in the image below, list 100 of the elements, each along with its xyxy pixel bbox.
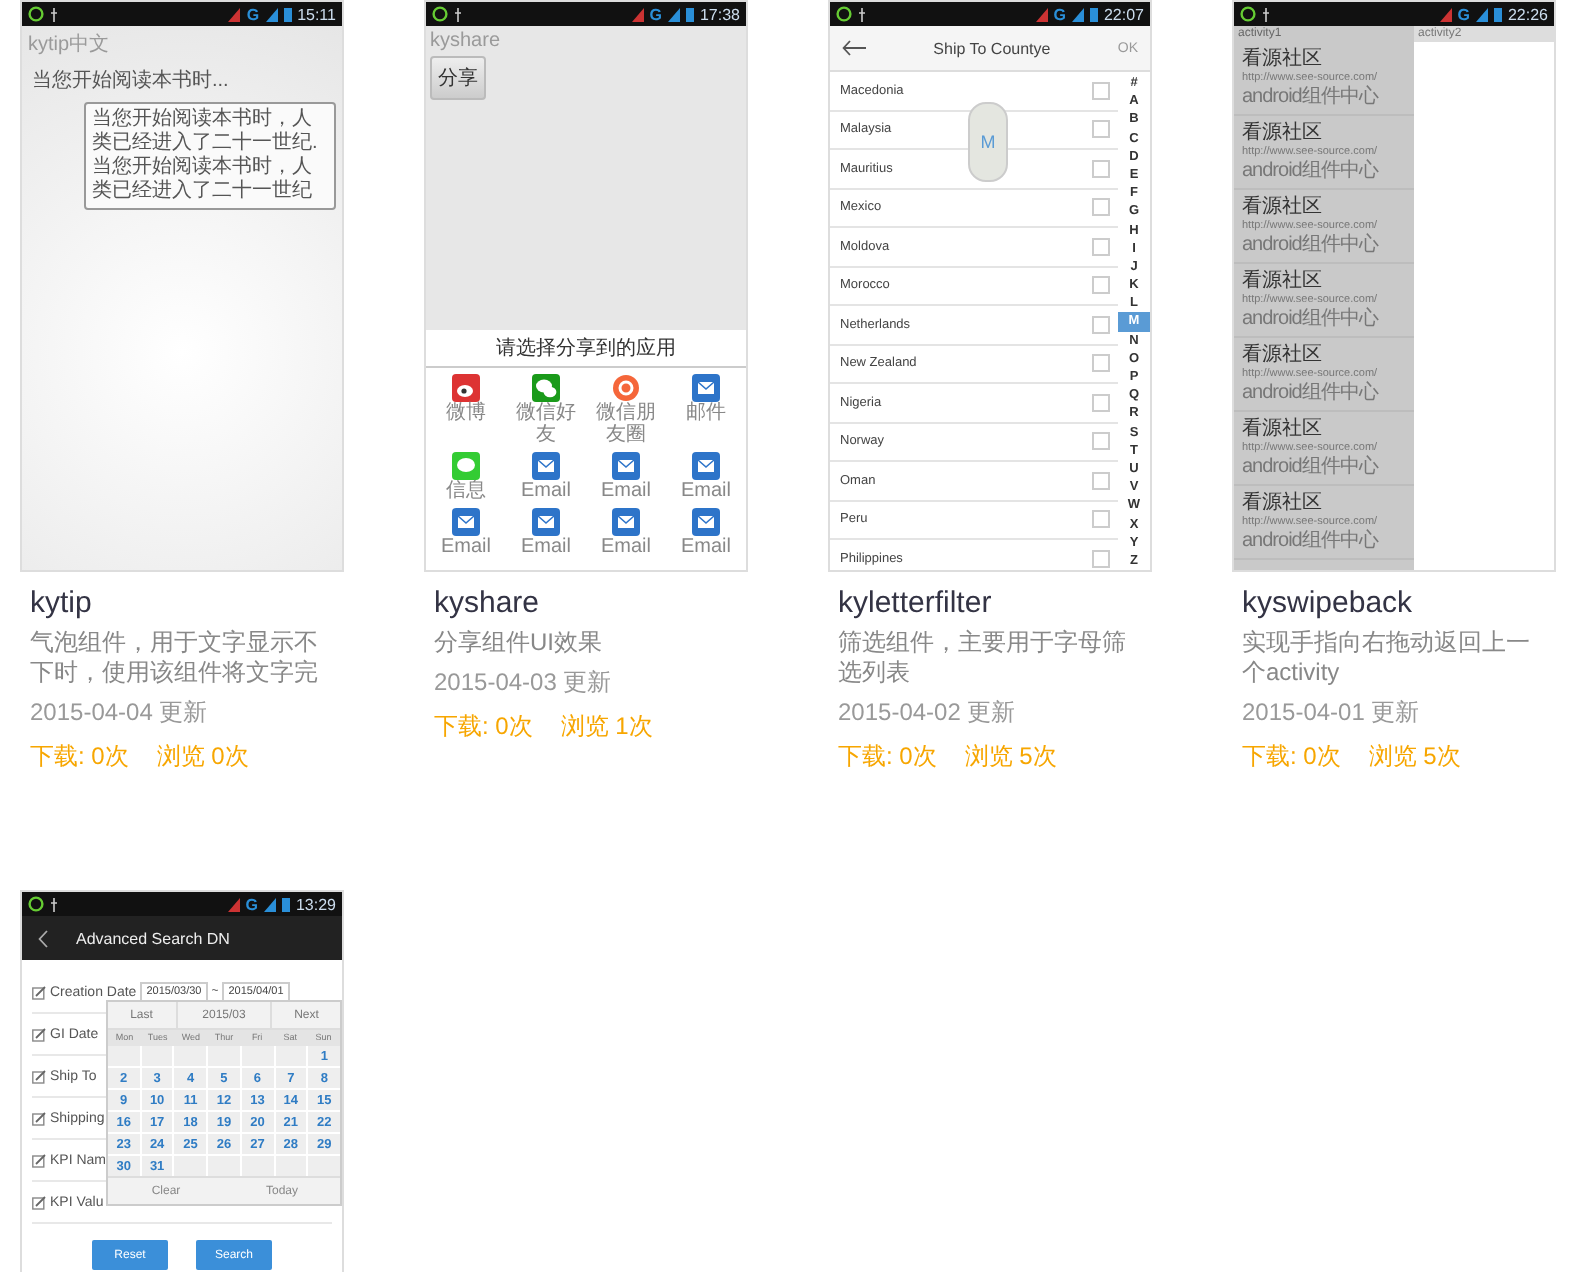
signal-icon xyxy=(631,7,644,21)
app-label[interactable]: Email xyxy=(670,480,742,502)
app-label[interactable]: 微博 xyxy=(430,402,502,424)
checkbox[interactable] xyxy=(1092,354,1110,373)
item-note: android组件中心 xyxy=(1242,160,1381,182)
checkbox[interactable] xyxy=(1092,471,1110,490)
status-time: 22:26 xyxy=(1507,5,1548,23)
network-label: G xyxy=(1053,5,1066,23)
back-arrow-icon[interactable] xyxy=(842,40,866,56)
item-note: android组件中心 xyxy=(1242,456,1381,478)
network-label: G xyxy=(245,895,258,913)
update-date: 2015-04-03 更新 xyxy=(434,666,614,700)
mail-icon xyxy=(452,508,480,536)
item-note: android组件中心 xyxy=(1242,234,1381,256)
item-note: android组件中心 xyxy=(1242,308,1381,330)
app-label[interactable]: Email xyxy=(510,536,582,558)
update-date: 2015-04-02 更新 xyxy=(838,696,1018,730)
app-screenshot[interactable] xyxy=(1232,0,1556,572)
component-description: 气泡组件，用于文字显示不下时，使用该组件将文字完 xyxy=(30,628,320,688)
edit-icon xyxy=(32,985,46,999)
checkbox[interactable] xyxy=(1092,159,1110,178)
mail-icon xyxy=(692,508,720,536)
mail-icon xyxy=(612,508,640,536)
back-icon[interactable] xyxy=(38,929,48,947)
download-count: 下载: 0次 xyxy=(434,710,533,744)
tooltip-bubble: 当您开始阅读本书时，人类已经进入了二十一世纪.当您开始阅读本书时，人类已经进入了二十一世纪 xyxy=(84,102,336,210)
component-title[interactable]: kytip xyxy=(30,586,344,620)
checkbox[interactable] xyxy=(1092,198,1110,217)
app-screenshot[interactable]: G 15:11 kytip中文 当您开始阅读本书时... 当您开始阅读本书时，人类已经进入了二十一世纪.当您开始阅读本书时，人类已经进入了二十一世纪 xyxy=(20,0,344,572)
view-count: 浏览 5次 xyxy=(964,740,1057,774)
edit-icon xyxy=(32,1111,46,1125)
app-label[interactable]: Email xyxy=(670,536,742,558)
item-title: 看源社区 xyxy=(1242,344,1324,366)
checkbox[interactable] xyxy=(1092,120,1110,139)
checkbox[interactable] xyxy=(1092,432,1110,451)
item-title: 看源社区 xyxy=(1242,122,1324,144)
app-label[interactable]: 微信好友 xyxy=(510,402,582,446)
truncated-label: 当您开始阅读本书时... xyxy=(32,67,231,94)
checkbox[interactable] xyxy=(1092,237,1110,256)
mail-icon xyxy=(692,374,720,402)
mail-icon xyxy=(692,452,720,480)
app-title: kytip中文 xyxy=(28,31,112,58)
item-title: 看源社区 xyxy=(1242,270,1324,292)
app-label[interactable]: 信息 xyxy=(430,480,502,502)
status-time: 22:07 xyxy=(1103,5,1144,23)
edit-icon xyxy=(32,1069,46,1083)
share-button[interactable]: 分享 xyxy=(430,56,486,100)
app-label[interactable]: Email xyxy=(590,536,662,558)
component-title[interactable]: kyshare xyxy=(434,586,748,620)
network-label: G xyxy=(1457,5,1470,23)
status-time: 17:38 xyxy=(699,5,740,23)
update-date: 2015-04-04 更新 xyxy=(30,696,210,730)
component-description: 实现手指向右拖动返回上一个activity xyxy=(1242,628,1532,688)
component-title[interactable]: kyswipeback xyxy=(1242,586,1556,620)
sheet-title: 请选择分享到的应用 xyxy=(426,330,746,368)
chat-bubbles-icon xyxy=(532,374,560,402)
letter-popup: M xyxy=(968,102,1008,182)
app-screenshot[interactable] xyxy=(20,890,344,1272)
app-label[interactable]: 微信朋友圈 xyxy=(590,402,662,446)
view-count: 浏览 0次 xyxy=(156,740,249,774)
app-label[interactable]: Email xyxy=(430,536,502,558)
mail-icon xyxy=(532,508,560,536)
network-label: G xyxy=(649,5,662,23)
view-count: 浏览 5次 xyxy=(1368,740,1461,774)
item-title: 看源社区 xyxy=(1242,48,1324,70)
status-app-icon xyxy=(432,6,448,22)
component-title[interactable]: kyletterfilter xyxy=(838,586,1152,620)
signal-icon xyxy=(265,7,278,21)
aperture-icon xyxy=(612,374,640,402)
screen-title: Ship To Countye xyxy=(931,39,1053,57)
status-app-icon xyxy=(1240,6,1256,22)
battery-icon xyxy=(283,6,292,22)
edit-icon xyxy=(32,1153,46,1167)
update-date: 2015-04-01 更新 xyxy=(1242,696,1422,730)
checkbox[interactable] xyxy=(1092,315,1110,334)
app-title: kyshare xyxy=(430,30,503,52)
status-app-icon xyxy=(28,6,44,22)
item-note: android组件中心 xyxy=(1242,86,1381,108)
signal-icon xyxy=(228,7,241,21)
signal-icon xyxy=(1475,7,1488,21)
download-count: 下载: 0次 xyxy=(1242,740,1341,774)
battery-icon xyxy=(685,6,694,22)
checkbox[interactable] xyxy=(1092,549,1110,568)
checkbox[interactable] xyxy=(1092,81,1110,100)
signal-icon xyxy=(1071,7,1084,21)
edit-icon xyxy=(32,1027,46,1041)
download-count: 下载: 0次 xyxy=(838,740,937,774)
item-title: 看源社区 xyxy=(1242,196,1324,218)
app-label[interactable]: Email xyxy=(590,480,662,502)
network-label: G xyxy=(246,5,260,23)
edit-icon xyxy=(32,1195,46,1209)
app-label[interactable]: 邮件 xyxy=(670,402,742,424)
signal-icon xyxy=(1035,7,1048,21)
checkbox[interactable] xyxy=(1092,276,1110,295)
status-app-icon xyxy=(28,896,44,912)
app-screenshot[interactable]: G 17:38 kyshare 分享 请选择分享到的应用 微博 微信好友 微信朋友圈 邮件 信息 Email Email Email Email Email Email Email xyxy=(424,0,748,572)
checkbox[interactable] xyxy=(1092,510,1110,529)
app-label[interactable]: Email xyxy=(510,480,582,502)
item-title: 看源社区 xyxy=(1242,418,1324,440)
checkbox[interactable] xyxy=(1092,393,1110,412)
